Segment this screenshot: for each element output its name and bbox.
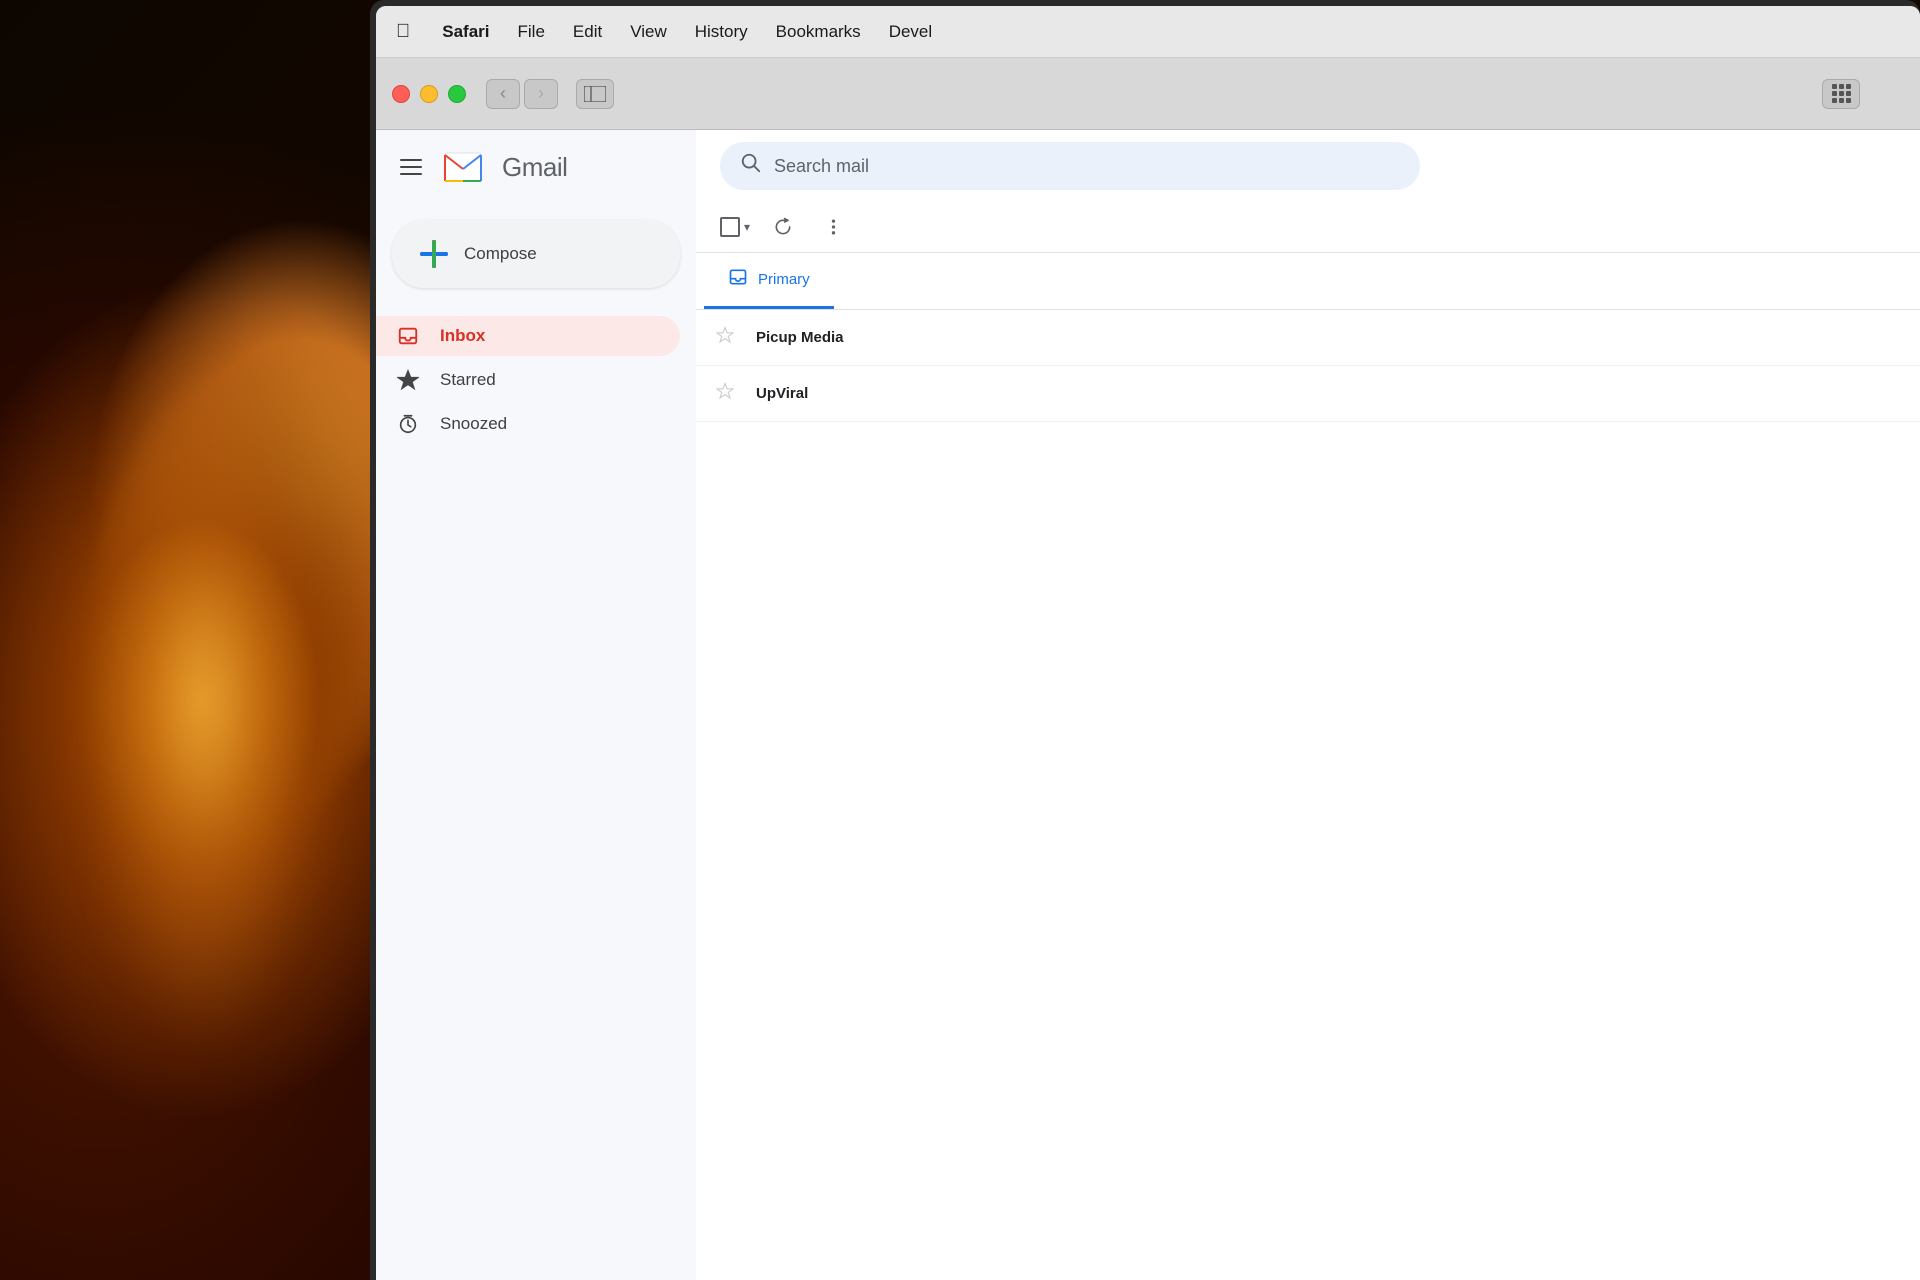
menu-file[interactable]: File (518, 22, 545, 42)
more-icon (831, 217, 836, 237)
apple-menu-icon[interactable]:  (396, 21, 410, 43)
sidebar-item-inbox[interactable]: Inbox (376, 316, 680, 356)
checkbox-dropdown-icon[interactable]: ▾ (744, 220, 750, 234)
screen:  Safari File Edit View History Bookmark… (376, 6, 1920, 1280)
sidebar-toggle-button[interactable] (576, 79, 614, 109)
gmail-main: Search mail ▾ (696, 130, 1920, 1280)
compose-label: Compose (464, 244, 537, 264)
grid-icon-button[interactable] (1822, 79, 1860, 109)
starred-icon (396, 368, 420, 392)
star-icon-2[interactable] (716, 382, 740, 405)
more-options-button[interactable] (816, 210, 850, 244)
search-placeholder: Search mail (774, 156, 869, 177)
hamburger-menu-button[interactable] (396, 151, 428, 183)
menu-edit[interactable]: Edit (573, 22, 602, 42)
email-sender-2: UpViral (756, 385, 956, 402)
menu-bookmarks[interactable]: Bookmarks (776, 22, 861, 42)
tab-primary[interactable]: Primary (704, 253, 834, 309)
starred-label: Starred (440, 370, 660, 390)
minimize-button[interactable] (420, 85, 438, 103)
forward-button[interactable]: › (524, 79, 558, 109)
search-bar[interactable]: Search mail (720, 142, 1420, 190)
refresh-button[interactable] (766, 210, 800, 244)
gmail-tabs: Primary (696, 253, 1920, 310)
gmail-toolbar: ▾ (696, 202, 1920, 253)
inbox-label: Inbox (440, 326, 660, 346)
email-list: Picup Media UpViral (696, 310, 1920, 1280)
nav-buttons: ‹ › (486, 79, 558, 109)
inbox-icon (396, 324, 420, 348)
main-content: Gmail Compose (376, 130, 1920, 1280)
forward-icon: › (538, 83, 544, 104)
gmail-logo (442, 146, 484, 188)
compose-plus-icon (420, 240, 448, 268)
hamburger-line-1 (400, 159, 422, 161)
email-sender-1: Picup Media (756, 329, 956, 346)
fullscreen-button[interactable] (448, 85, 466, 103)
grid-icon (1832, 84, 1851, 103)
gmail-header: Gmail (376, 146, 696, 208)
sidebar-toggle-icon (584, 86, 606, 102)
star-icon-1[interactable] (716, 326, 740, 349)
back-icon: ‹ (500, 83, 506, 104)
select-all-checkbox[interactable]: ▾ (720, 217, 750, 237)
search-icon (740, 152, 762, 180)
menu-history[interactable]: History (695, 22, 748, 42)
sidebar-item-starred[interactable]: Starred (376, 360, 680, 400)
browser-chrome: ‹ › (376, 58, 1920, 130)
gmail-sidebar: Gmail Compose (376, 130, 696, 1280)
refresh-icon (773, 217, 793, 237)
menu-view[interactable]: View (630, 22, 667, 42)
snoozed-icon (396, 412, 420, 436)
menu-develop[interactable]: Devel (889, 22, 932, 42)
compose-button[interactable]: Compose (392, 220, 680, 288)
bokeh-light (80, 350, 330, 1050)
menu-safari[interactable]: Safari (442, 22, 489, 42)
primary-tab-icon (728, 267, 748, 292)
hamburger-line-2 (400, 166, 422, 168)
tab-primary-label: Primary (758, 271, 810, 288)
sidebar-item-snoozed[interactable]: Snoozed (376, 404, 680, 444)
traffic-lights (392, 85, 466, 103)
checkbox-icon (720, 217, 740, 237)
back-button[interactable]: ‹ (486, 79, 520, 109)
table-row[interactable]: UpViral (696, 366, 1920, 422)
gmail-m-icon (442, 146, 484, 188)
table-row[interactable]: Picup Media (696, 310, 1920, 366)
macos-menubar:  Safari File Edit View History Bookmark… (376, 6, 1920, 58)
gmail-wordmark: Gmail (502, 152, 567, 183)
close-button[interactable] (392, 85, 410, 103)
search-row: Search mail (696, 130, 1920, 202)
snoozed-label: Snoozed (440, 414, 660, 434)
hamburger-line-3 (400, 173, 422, 175)
